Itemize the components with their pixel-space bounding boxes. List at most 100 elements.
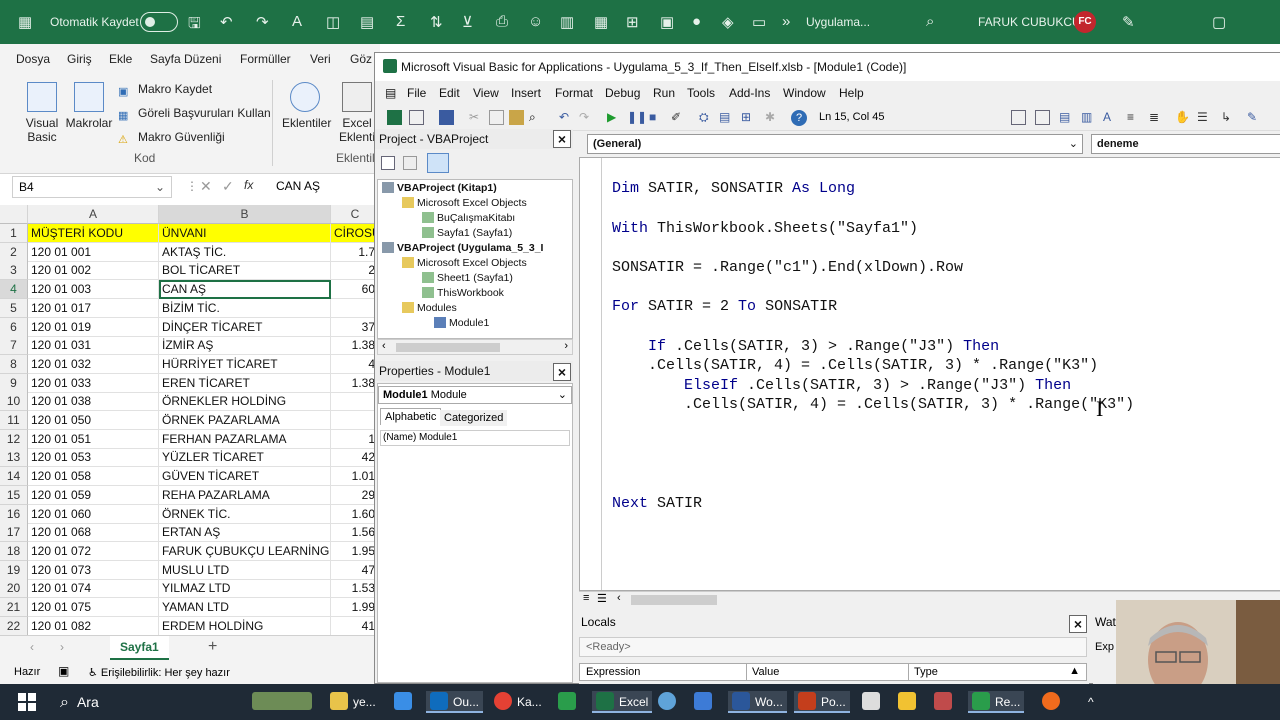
project-close-icon[interactable]: × bbox=[553, 130, 571, 148]
cell-a[interactable]: 120 01 031 bbox=[28, 336, 159, 356]
row-number[interactable]: 2 bbox=[0, 242, 28, 262]
tree-node-module1[interactable]: Module1 bbox=[434, 317, 489, 329]
vbe-menu-format[interactable]: Format bbox=[555, 86, 593, 100]
cell-b[interactable]: ÖRNEKLER HOLDİNG bbox=[159, 392, 331, 412]
code-line[interactable]: With ThisWorkbook.Sheets("Sayfa1") bbox=[612, 220, 918, 237]
properties-object-select[interactable]: Module1 Module ⌄ bbox=[378, 386, 572, 404]
redo-icon[interactable]: ↷ bbox=[256, 13, 269, 31]
find-icon[interactable]: ⌕ bbox=[529, 110, 544, 125]
tree-node-vbaproject-uygulama[interactable]: VBAProject (Uygulama_5_3_I bbox=[382, 242, 543, 254]
macros-button[interactable]: Makrolar bbox=[64, 82, 114, 130]
properties-icon[interactable]: ▤ bbox=[719, 110, 734, 125]
view-excel-icon[interactable] bbox=[387, 110, 402, 125]
cell-b[interactable]: YÜZLER TİCARET bbox=[159, 448, 331, 468]
object-combo[interactable]: (General) ⌄ bbox=[587, 134, 1083, 154]
tree-node-excel-objects-2[interactable]: Microsoft Excel Objects bbox=[402, 257, 527, 269]
cell-a[interactable]: 120 01 003 bbox=[28, 280, 159, 300]
code-line[interactable]: SONSATIR = .Range("c1").End(xlDown).Row bbox=[612, 259, 963, 276]
cell-a[interactable]: MÜŞTERİ KODU bbox=[28, 224, 159, 243]
row-number[interactable]: 10 bbox=[0, 392, 28, 412]
row-number[interactable]: 4 bbox=[0, 280, 28, 300]
code-line[interactable]: Dim SATIR, SONSATIR As Long bbox=[612, 180, 855, 197]
save-icon[interactable]: 🖫 bbox=[188, 13, 201, 38]
toggle-folders-icon[interactable] bbox=[427, 153, 449, 173]
cell-b[interactable]: REHA PAZARLAMA bbox=[159, 485, 331, 505]
indent-icon[interactable] bbox=[1011, 110, 1026, 125]
cell-b[interactable]: ÜNVANI bbox=[159, 224, 331, 243]
more-icon[interactable]: » bbox=[782, 13, 790, 30]
cell-a[interactable]: 120 01 033 bbox=[28, 373, 159, 393]
code-line[interactable]: ElseIf .Cells(SATIR, 3) > .Range("J3") T… bbox=[612, 377, 1071, 394]
cell-a[interactable]: 120 01 051 bbox=[28, 429, 159, 449]
cell-c[interactable]: 1.38 bbox=[331, 336, 380, 356]
cell-b[interactable]: BOL TİCARET bbox=[159, 261, 331, 281]
addins-button[interactable]: Eklentiler bbox=[282, 82, 331, 130]
taskbar-item-remote[interactable] bbox=[394, 691, 417, 713]
user-avatar[interactable]: FC bbox=[1074, 11, 1096, 33]
undo-icon[interactable]: ↶ bbox=[559, 110, 574, 125]
quick-info-icon[interactable]: ▥ bbox=[1081, 110, 1096, 125]
add-sheet-button[interactable]: + bbox=[208, 638, 217, 656]
menu-giris[interactable]: Giriş bbox=[67, 52, 92, 66]
cell-c[interactable]: 1 bbox=[331, 429, 380, 449]
vbe-menu-insert[interactable]: Insert bbox=[511, 86, 541, 100]
sheet-tab-sayfa1[interactable]: Sayfa1 bbox=[110, 636, 169, 660]
toggle-breakpoint-icon[interactable]: ✋ bbox=[1175, 110, 1190, 125]
column-header-a[interactable]: A bbox=[28, 205, 159, 224]
scroll-thumb[interactable] bbox=[396, 343, 500, 352]
menu-veri[interactable]: Veri bbox=[310, 52, 331, 66]
reset-icon[interactable]: ■ bbox=[649, 110, 664, 125]
taskbar-item-tool3[interactable] bbox=[934, 691, 957, 713]
cell-b[interactable]: ERDEM HOLDİNG bbox=[159, 616, 331, 635]
list-members-icon[interactable]: ▤ bbox=[1059, 110, 1074, 125]
shapes-icon[interactable]: ◈ bbox=[722, 13, 734, 31]
relative-refs-button[interactable]: ▦ Göreli Başvuruları Kullan bbox=[118, 106, 271, 122]
cell-b[interactable]: FARUK ÇUBUKÇU LEARNİNG bbox=[159, 541, 331, 561]
row-number[interactable]: 19 bbox=[0, 560, 28, 580]
row-number[interactable]: 9 bbox=[0, 373, 28, 393]
tree-node-sheet1[interactable]: Sheet1 (Sayfa1) bbox=[422, 272, 513, 284]
taskbar-item-screen[interactable] bbox=[694, 691, 717, 713]
cancel-icon[interactable]: ✕ bbox=[200, 178, 212, 195]
taskbar-item-word[interactable]: Wo... bbox=[728, 691, 787, 713]
cell-b[interactable]: HÜRRİYET TİCARET bbox=[159, 354, 331, 374]
menu-sayfa-duzeni[interactable]: Sayfa Düzeni bbox=[150, 52, 221, 66]
filter-icon[interactable]: ⊻ bbox=[462, 13, 473, 31]
redo-icon[interactable]: ↷ bbox=[579, 110, 594, 125]
cell-c[interactable] bbox=[331, 411, 380, 430]
taskbar-item-tool1[interactable] bbox=[862, 691, 885, 713]
vbe-menu-run[interactable]: Run bbox=[653, 86, 675, 100]
macro-security-button[interactable]: ⚠ Makro Güvenliği bbox=[118, 130, 225, 146]
taskbar-item-camtasia[interactable] bbox=[558, 691, 581, 713]
cell-b[interactable]: ÖRNEK PAZARLAMA bbox=[159, 411, 331, 430]
cell-b[interactable]: GÜVEN TİCARET bbox=[159, 467, 331, 487]
row-number[interactable]: 17 bbox=[0, 523, 28, 543]
cell-a[interactable]: 120 01 019 bbox=[28, 317, 159, 337]
row-number[interactable]: 7 bbox=[0, 336, 28, 356]
cell-b[interactable]: CAN AŞ bbox=[159, 280, 331, 300]
tab-next-icon[interactable]: › bbox=[60, 640, 64, 654]
pen-icon[interactable]: ✎ bbox=[1122, 13, 1135, 31]
tree-node-bucalismakitabi[interactable]: BuÇalışmaKitabı bbox=[422, 212, 515, 224]
smiley-icon[interactable]: ☺ bbox=[528, 13, 543, 30]
col-expression[interactable]: Expression bbox=[586, 666, 640, 678]
menu-gozden[interactable]: Göz bbox=[350, 52, 372, 66]
cell-c[interactable] bbox=[331, 298, 380, 318]
cell-c[interactable]: 1.56 bbox=[331, 523, 380, 543]
vbe-menu-view[interactable]: View bbox=[473, 86, 499, 100]
macro-status-icon[interactable]: ▣ bbox=[58, 664, 69, 678]
taskbar-item-tool2[interactable] bbox=[898, 691, 921, 713]
row-number[interactable]: 13 bbox=[0, 448, 28, 468]
taskbar-item-paint[interactable] bbox=[658, 691, 681, 713]
row-number[interactable]: 6 bbox=[0, 317, 28, 337]
break-icon[interactable]: ❚❚ bbox=[627, 110, 647, 125]
camera-icon[interactable]: ◫ bbox=[326, 13, 340, 31]
col-type[interactable]: Type bbox=[914, 666, 938, 678]
outdent-icon[interactable] bbox=[1035, 110, 1050, 125]
form-icon[interactable]: ▤ bbox=[360, 13, 374, 31]
table-icon[interactable]: ▦ bbox=[594, 13, 608, 31]
insert-module-icon[interactable] bbox=[409, 110, 424, 125]
cell-c[interactable]: 2 bbox=[331, 261, 380, 281]
row-number[interactable]: 16 bbox=[0, 504, 28, 524]
taskbar-widget[interactable] bbox=[252, 691, 317, 713]
